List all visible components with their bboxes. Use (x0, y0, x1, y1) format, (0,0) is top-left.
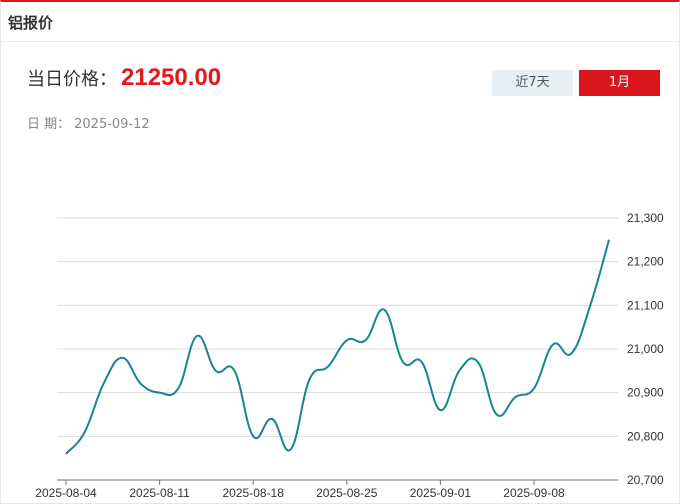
y-tick-label: 21,200 (627, 255, 664, 269)
data-point (457, 369, 461, 373)
price-series-line (65, 239, 610, 455)
data-point (326, 364, 330, 368)
data-point (607, 238, 611, 242)
data-point (532, 386, 536, 390)
data-point (420, 360, 424, 364)
data-point (101, 382, 105, 386)
data-point (233, 369, 237, 373)
data-point (307, 378, 311, 382)
price-line-chart: 20,700 20,800 20,900 21,000 21,100 21,200 21,3… (35, 211, 664, 500)
data-point (64, 452, 68, 456)
data-point (438, 408, 442, 412)
x-tick-label: 2025-08-11 (129, 486, 190, 500)
y-tick-label: 21,300 (627, 211, 664, 225)
data-point (401, 360, 405, 364)
y-tick-label: 20,800 (627, 429, 664, 443)
data-point (588, 303, 592, 307)
data-point (345, 338, 349, 342)
data-point (476, 360, 480, 364)
data-point (289, 447, 293, 451)
data-point (382, 308, 386, 312)
x-tick-label: 2025-08-18 (223, 486, 285, 500)
data-point (195, 334, 199, 338)
data-point (83, 430, 87, 434)
data-point (139, 382, 143, 386)
data-point (270, 417, 274, 421)
data-point (513, 395, 517, 399)
data-point (120, 356, 124, 360)
data-point (176, 386, 180, 390)
y-tick-label: 21,100 (627, 298, 664, 312)
x-tick-label: 2025-09-01 (410, 486, 472, 500)
x-tick-label: 2025-09-08 (503, 486, 565, 500)
y-tick-label: 20,700 (627, 473, 664, 487)
y-tick-label: 21,000 (627, 342, 664, 356)
data-point (158, 391, 162, 395)
data-point (214, 369, 218, 373)
data-point (551, 343, 555, 347)
data-point (570, 351, 574, 355)
data-point (251, 434, 255, 438)
data-point (495, 413, 499, 417)
y-tick-label: 20,900 (627, 386, 664, 400)
data-point (364, 338, 368, 342)
x-tick-label: 2025-08-25 (316, 486, 378, 500)
x-tick-label: 2025-08-04 (35, 486, 97, 500)
